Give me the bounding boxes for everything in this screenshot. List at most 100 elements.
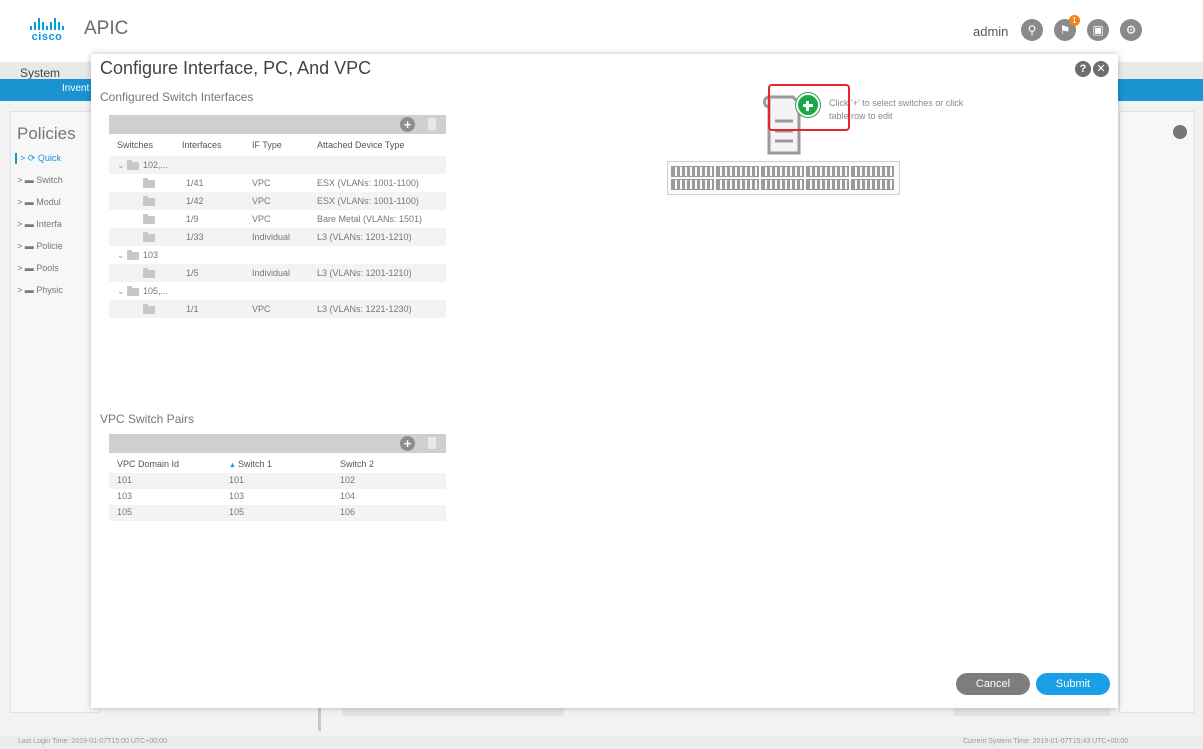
sidebar-item-quick[interactable]: > ⟳ Quick <box>15 153 61 164</box>
submit-button[interactable]: Submit <box>1036 673 1110 695</box>
folder-icon <box>127 286 139 296</box>
column-header-switch-2[interactable]: Switch 2 <box>340 459 374 469</box>
table-row[interactable]: ⌄ 102,... <box>109 156 446 174</box>
switch-ports-graphic[interactable] <box>667 161 900 195</box>
last-login-time: Last Login Time: 2019-01-07T15:00 UTC+00… <box>18 738 167 745</box>
table-row[interactable]: 1/42 VPC ESX (VLANs: 1001-1100) <box>109 192 446 210</box>
table-row[interactable]: 101 101 102 <box>109 473 446 489</box>
sub-nav-inventory-tab[interactable]: Invent <box>62 83 89 94</box>
vpc-domain-cell: 101 <box>117 475 133 485</box>
switch2-cell: 102 <box>340 475 356 485</box>
table-row[interactable]: ⌄ 105,... <box>109 282 446 300</box>
feedback-icon[interactable]: ▣ <box>1087 19 1109 41</box>
nav-system-tab[interactable]: System <box>20 66 60 80</box>
port-group[interactable] <box>761 166 804 177</box>
interface-cell: 1/1 <box>186 304 199 314</box>
interface-cell: 1/41 <box>186 178 204 188</box>
port-group[interactable] <box>851 166 894 177</box>
port-group[interactable] <box>806 179 849 190</box>
add-vpc-pair-button[interactable]: + <box>400 436 415 451</box>
sidebar-item-physical[interactable]: > ▬ Physic <box>17 285 63 295</box>
column-header-attached-device[interactable]: Attached Device Type <box>317 140 404 150</box>
sort-ascending-icon: ▲ <box>229 462 236 469</box>
port-group[interactable] <box>716 166 759 177</box>
delete-interface-button[interactable] <box>428 118 436 130</box>
if-type-cell: VPC <box>252 304 271 314</box>
cisco-logo: cisco <box>26 18 68 48</box>
switch1-cell: 105 <box>229 507 245 517</box>
switch1-cell: 103 <box>229 491 245 501</box>
alerts-icon[interactable]: ⚑ 1 <box>1054 15 1080 41</box>
port-group[interactable] <box>716 179 759 190</box>
table-row[interactable]: 103 103 104 <box>109 489 446 505</box>
list-view-icon[interactable] <box>1173 125 1187 139</box>
device-type-cell: ESX (VLANs: 1001-1100) <box>317 196 419 206</box>
device-type-cell: Bare Metal (VLANs: 1501) <box>317 214 423 224</box>
folder-icon <box>143 196 155 206</box>
top-header: cisco APIC admin ⚲ ⚑ 1 ▣ ⚙ <box>0 0 1203 62</box>
highlight-box <box>768 84 850 131</box>
table-row[interactable]: 105 105 106 <box>109 505 446 521</box>
dialog-title: Configure Interface, PC, And VPC <box>100 58 372 78</box>
folder-icon <box>127 160 139 170</box>
folder-icon <box>143 232 155 242</box>
chevron-down-icon[interactable]: ⌄ <box>117 286 125 297</box>
app-title: APIC <box>84 18 129 39</box>
interfaces-table-header: Switches Interfaces IF Type Attached Dev… <box>109 134 446 156</box>
chevron-down-icon[interactable]: ⌄ <box>117 250 125 261</box>
column-header-if-type[interactable]: IF Type <box>252 140 282 150</box>
interfaces-table-toolbar: + <box>109 115 446 134</box>
delete-vpc-pair-button[interactable] <box>428 437 436 449</box>
port-group[interactable] <box>761 179 804 190</box>
search-icon[interactable]: ⚲ <box>1021 19 1043 41</box>
vpc-section-title: VPC Switch Pairs <box>100 412 195 426</box>
table-row[interactable]: ⌄ 103 <box>109 246 446 264</box>
interface-cell: 1/33 <box>186 232 204 242</box>
interface-cell: 1/5 <box>186 268 199 278</box>
interfaces-table: + Switches Interfaces IF Type Attached D… <box>109 115 446 318</box>
table-row[interactable]: 1/1 VPC L3 (VLANs: 1221-1230) <box>109 300 446 318</box>
chevron-down-icon[interactable]: ⌄ <box>117 160 125 171</box>
brand-word: cisco <box>31 31 63 43</box>
settings-icon[interactable]: ⚙ <box>1120 19 1142 41</box>
sidebar-item-policies[interactable]: > ▬ Policie <box>17 241 63 251</box>
sidebar-item-switch[interactable]: > ▬ Switch <box>17 175 63 185</box>
cisco-bars-icon <box>26 18 68 30</box>
port-group[interactable] <box>671 179 714 190</box>
port-group[interactable] <box>806 166 849 177</box>
port-group[interactable] <box>851 179 894 190</box>
sidebar-title: Policies <box>17 124 76 143</box>
sidebar-item-pools[interactable]: > ▬ Pools <box>17 263 59 273</box>
table-row[interactable]: 1/33 Individual L3 (VLANs: 1201-1210) <box>109 228 446 246</box>
footer: Last Login Time: 2019-01-07T15:00 UTC+00… <box>0 736 1203 749</box>
interface-cell: 1/9 <box>186 214 199 224</box>
if-type-cell: VPC <box>252 178 271 188</box>
device-type-cell: L3 (VLANs: 1221-1230) <box>317 304 412 314</box>
column-header-switch-1[interactable]: ▲ Switch 1 <box>229 459 272 469</box>
column-header-vpc-domain-id[interactable]: VPC Domain Id <box>117 459 179 469</box>
vpc-domain-cell: 103 <box>117 491 133 501</box>
column-header-interfaces[interactable]: Interfaces <box>182 140 222 150</box>
switch-group-label: 103 <box>143 250 159 260</box>
user-menu[interactable]: admin <box>973 24 1008 39</box>
device-type-cell: ESX (VLANs: 1001-1100) <box>317 178 419 188</box>
switch-group-label: 105,... <box>143 286 169 296</box>
folder-icon <box>143 178 155 188</box>
sidebar-item-interface[interactable]: > ▬ Interfa <box>17 219 62 229</box>
column-header-switches[interactable]: Switches <box>117 140 153 150</box>
close-icon[interactable]: ✕ <box>1093 61 1109 77</box>
table-row[interactable]: 1/9 VPC Bare Metal (VLANs: 1501) <box>109 210 446 228</box>
help-icon[interactable]: ? <box>1075 61 1091 77</box>
switch-group-label: 102,... <box>143 160 169 170</box>
sidebar-item-module[interactable]: > ▬ Modul <box>17 197 61 207</box>
port-group[interactable] <box>671 166 714 177</box>
interfaces-section-title: Configured Switch Interfaces <box>100 90 254 104</box>
cancel-button[interactable]: Cancel <box>956 673 1030 695</box>
folder-icon <box>143 304 155 314</box>
table-row[interactable]: 1/5 Individual L3 (VLANs: 1201-1210) <box>109 264 446 282</box>
policies-sidebar: Policies > ⟳ Quick > ▬ Switch > ▬ Modul … <box>10 111 100 713</box>
table-row[interactable]: 1/41 VPC ESX (VLANs: 1001-1100) <box>109 174 446 192</box>
switch2-cell: 104 <box>340 491 356 501</box>
folder-icon <box>127 250 139 260</box>
add-interface-button[interactable]: + <box>400 117 415 132</box>
